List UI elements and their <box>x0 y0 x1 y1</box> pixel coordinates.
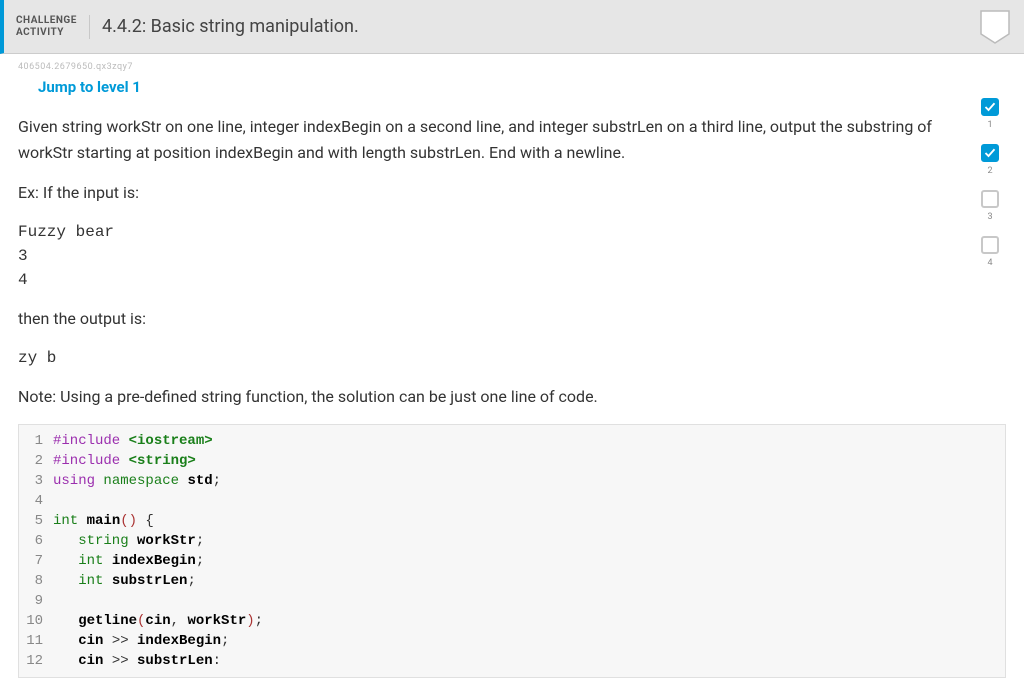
code-area[interactable]: #include <iostream> #include <string> us… <box>53 425 263 677</box>
step-2-num: 2 <box>987 166 992 176</box>
code-editor[interactable]: 1 2 3 4 5 6 7 8 9 10 11 12 #include <ios… <box>18 424 1006 678</box>
seed-hash: 406504.2679650.qx3zqy7 <box>18 62 1006 72</box>
progress-steps: 1 2 3 4 <box>978 98 1002 278</box>
bookmark-pocket-icon[interactable] <box>980 10 1010 44</box>
example-label-output: then the output is: <box>18 306 948 332</box>
example-output: zy b <box>18 346 1006 370</box>
challenge-title: 4.4.2: Basic string manipulation. <box>90 16 359 37</box>
line-gutter: 1 2 3 4 5 6 7 8 9 10 11 12 <box>19 425 53 677</box>
check-icon <box>984 101 996 113</box>
check-icon <box>984 147 996 159</box>
step-1-box[interactable] <box>981 98 999 116</box>
challenge-header: CHALLENGE ACTIVITY 4.4.2: Basic string m… <box>0 0 1024 54</box>
content: 406504.2679650.qx3zqy7 Jump to level 1 1… <box>0 62 1024 678</box>
problem-description: Given string workStr on one line, intege… <box>18 114 948 166</box>
jump-to-level-link[interactable]: Jump to level 1 <box>38 78 1006 96</box>
step-3-box[interactable] <box>981 190 999 208</box>
label-line2: ACTIVITY <box>16 27 64 38</box>
header-label: CHALLENGE ACTIVITY <box>16 15 90 39</box>
step-2-box[interactable] <box>981 144 999 162</box>
label-line1: CHALLENGE <box>16 15 77 26</box>
example-label-input: Ex: If the input is: <box>18 180 948 206</box>
step-1-num: 1 <box>987 120 992 130</box>
step-4-box[interactable] <box>981 236 999 254</box>
problem-note: Note: Using a pre-defined string functio… <box>18 384 948 410</box>
step-4-num: 4 <box>987 258 992 268</box>
example-input: Fuzzy bear 3 4 <box>18 220 1006 292</box>
step-3-num: 3 <box>987 212 992 222</box>
